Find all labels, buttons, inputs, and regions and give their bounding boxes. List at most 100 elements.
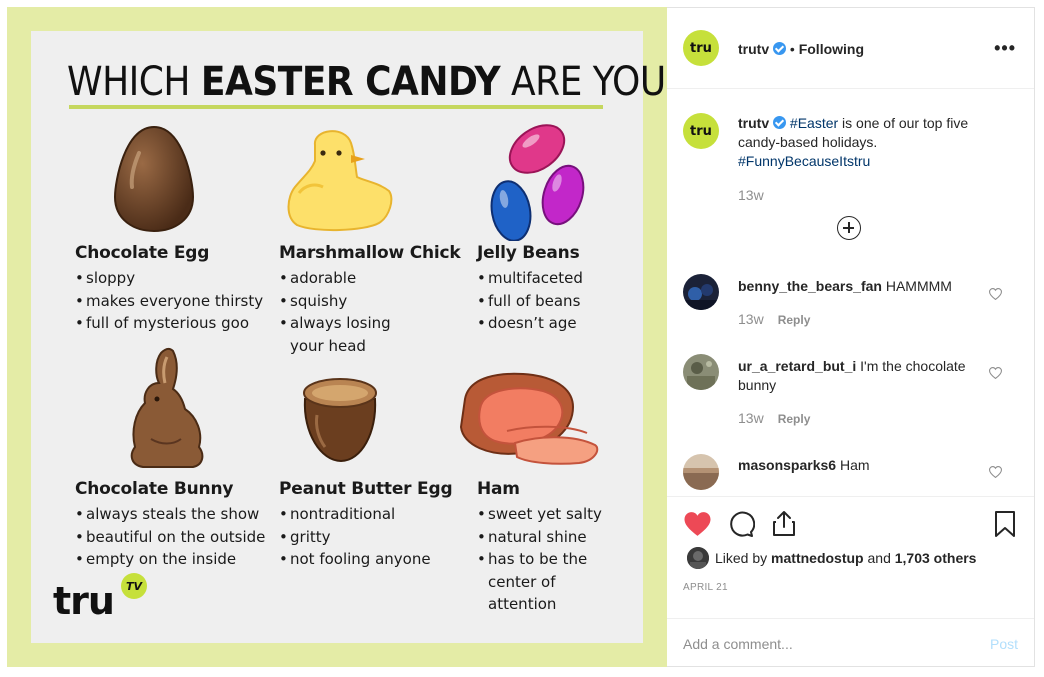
add-comment-bar: Post	[667, 618, 1034, 668]
likes-user[interactable]: mattnedostup	[771, 550, 864, 566]
candy-name: Chocolate Bunny	[75, 479, 234, 499]
comment-2-meta: 13w Reply	[738, 410, 810, 426]
trait-continued: your head	[290, 336, 366, 355]
trutv-logo: tru TV	[53, 573, 147, 623]
load-more-comments-icon[interactable]	[837, 216, 861, 240]
trait: natural shine	[477, 526, 602, 549]
likes-summary[interactable]: Liked by mattnedostup and 1,703 others	[715, 550, 976, 566]
trait-continued: center of	[488, 572, 556, 591]
like-heart-icon[interactable]	[683, 511, 712, 537]
comment-text: Ham	[839, 457, 870, 473]
more-options-icon[interactable]: •••	[994, 38, 1016, 59]
trait: has to be the	[477, 548, 602, 571]
trait: adorable	[279, 267, 461, 290]
commenter-avatar[interactable]	[683, 354, 719, 390]
reply-button[interactable]: Reply	[778, 313, 811, 327]
caption-username[interactable]: trutv	[738, 115, 769, 131]
infographic-card: WHICH EASTER CANDY ARE YOU? Chocolate Eg…	[31, 31, 685, 643]
comment-3: masonsparks6 Ham	[738, 456, 978, 475]
comment-time[interactable]: 13w	[738, 410, 764, 426]
like-comment-heart-icon[interactable]	[989, 367, 1002, 379]
trait: always losing	[279, 312, 461, 335]
candy-name: Jelly Beans	[477, 243, 580, 263]
ham-illustration	[459, 372, 599, 465]
candy-traits: always steals the show beautiful on the …	[75, 503, 265, 571]
post-image[interactable]: WHICH EASTER CANDY ARE YOU? Chocolate Eg…	[7, 7, 685, 667]
separator-dot: •	[789, 41, 795, 57]
trait: nontraditional	[279, 503, 452, 526]
marshmallow-chick-illustration	[287, 130, 393, 232]
comment-input[interactable]	[683, 631, 963, 657]
author-avatar[interactable]: tru	[683, 30, 719, 66]
logo-tv-text: TV	[125, 579, 143, 593]
trait: sweet yet salty	[477, 503, 602, 526]
share-icon[interactable]	[771, 509, 797, 537]
likes-count[interactable]: 1,703 others	[895, 550, 977, 566]
comment-username[interactable]: benny_the_bears_fan	[738, 278, 882, 294]
post-sidebar: tru trutv • Following ••• tru trutv #Eas…	[667, 7, 1035, 667]
caption-avatar[interactable]: tru	[683, 113, 719, 149]
post-header: tru trutv • Following •••	[667, 8, 1034, 89]
comment-time[interactable]: 13w	[738, 311, 764, 327]
likes-middle: and	[863, 550, 895, 566]
post-caption: trutv #Easter is one of our top five can…	[738, 114, 1008, 205]
candy-card-6: Ham sweet yet salty natural shine has to…	[477, 479, 602, 616]
headline-part-2: EASTER CANDY	[200, 59, 501, 105]
candy-traits: adorable squishy always losing your head	[279, 267, 461, 357]
candy-card-5: Peanut Butter Egg nontraditional gritty …	[279, 479, 453, 571]
comment-2: ur_a_retard_but_i I'm the chocolate bunn…	[738, 357, 978, 395]
logo-tv-badge: TV	[121, 573, 147, 599]
trait: makes everyone thirsty	[75, 290, 263, 313]
comment-text: HAMMMM	[885, 278, 952, 294]
candy-card-4: Chocolate Bunny always steals the show b…	[75, 479, 265, 571]
trait: always steals the show	[75, 503, 265, 526]
infographic-headline: WHICH EASTER CANDY ARE YOU?	[67, 59, 685, 105]
trait: squishy	[279, 290, 461, 313]
trait: sloppy	[75, 267, 263, 290]
chocolate-egg-illustration	[113, 125, 195, 233]
candy-traits: sweet yet salty natural shine has to be …	[477, 503, 602, 616]
post-date[interactable]: APRIL 21	[683, 582, 728, 593]
trait: beautiful on the outside	[75, 526, 265, 549]
hashtag-easter[interactable]: #Easter	[790, 115, 838, 131]
commenter-avatar[interactable]	[683, 274, 719, 310]
trait-continued: attention	[488, 595, 557, 613]
comment-1-meta: 13w Reply	[738, 311, 810, 327]
candy-name: Peanut Butter Egg	[279, 479, 453, 499]
verified-badge-icon	[773, 116, 787, 129]
candy-traits: nontraditional gritty not fooling anyone	[279, 503, 452, 571]
liker-avatar[interactable]	[687, 547, 709, 569]
candy-traits: sloppy makes everyone thirsty full of my…	[75, 267, 263, 335]
trait: empty on the inside	[75, 548, 265, 571]
peanut-butter-egg-illustration	[303, 378, 377, 463]
comment-bubble-icon[interactable]	[727, 510, 755, 538]
like-comment-heart-icon[interactable]	[989, 288, 1002, 300]
comment-username[interactable]: ur_a_retard_but_i	[738, 358, 856, 374]
chocolate-bunny-illustration	[130, 347, 204, 468]
candy-name: Chocolate Egg	[75, 243, 210, 263]
logo-wordmark: tru	[53, 579, 115, 623]
header-user-line: trutv • Following	[738, 41, 864, 57]
following-button[interactable]: Following	[799, 41, 864, 57]
commenter-avatar[interactable]	[683, 454, 719, 490]
headline-underline	[69, 105, 603, 109]
author-username[interactable]: trutv	[738, 41, 769, 57]
like-comment-heart-icon[interactable]	[989, 466, 1002, 478]
comment-1: benny_the_bears_fan HAMMMM	[738, 277, 978, 296]
comment-username[interactable]: masonsparks6	[738, 457, 836, 473]
candy-card-2: Marshmallow Chick adorable squishy alway…	[279, 243, 461, 357]
headline-part-1: WHICH	[67, 59, 190, 105]
candy-name: Ham	[477, 479, 520, 499]
reply-button[interactable]: Reply	[778, 412, 811, 426]
verified-badge-icon	[773, 42, 787, 55]
trait: multifaceted	[477, 267, 583, 290]
caption-timestamp[interactable]: 13w	[738, 186, 1008, 205]
save-bookmark-icon[interactable]	[994, 510, 1016, 538]
candy-name: Marshmallow Chick	[279, 243, 461, 263]
jelly-beans-illustration	[490, 124, 585, 241]
candy-card-1: Chocolate Egg sloppy makes everyone thir…	[75, 243, 263, 335]
trait: doesn’t age	[477, 312, 583, 335]
post-comment-button[interactable]: Post	[990, 636, 1018, 652]
hashtag-funny[interactable]: #FunnyBecauseItstru	[738, 153, 870, 169]
headline-part-3: ARE YOU?	[510, 59, 685, 105]
